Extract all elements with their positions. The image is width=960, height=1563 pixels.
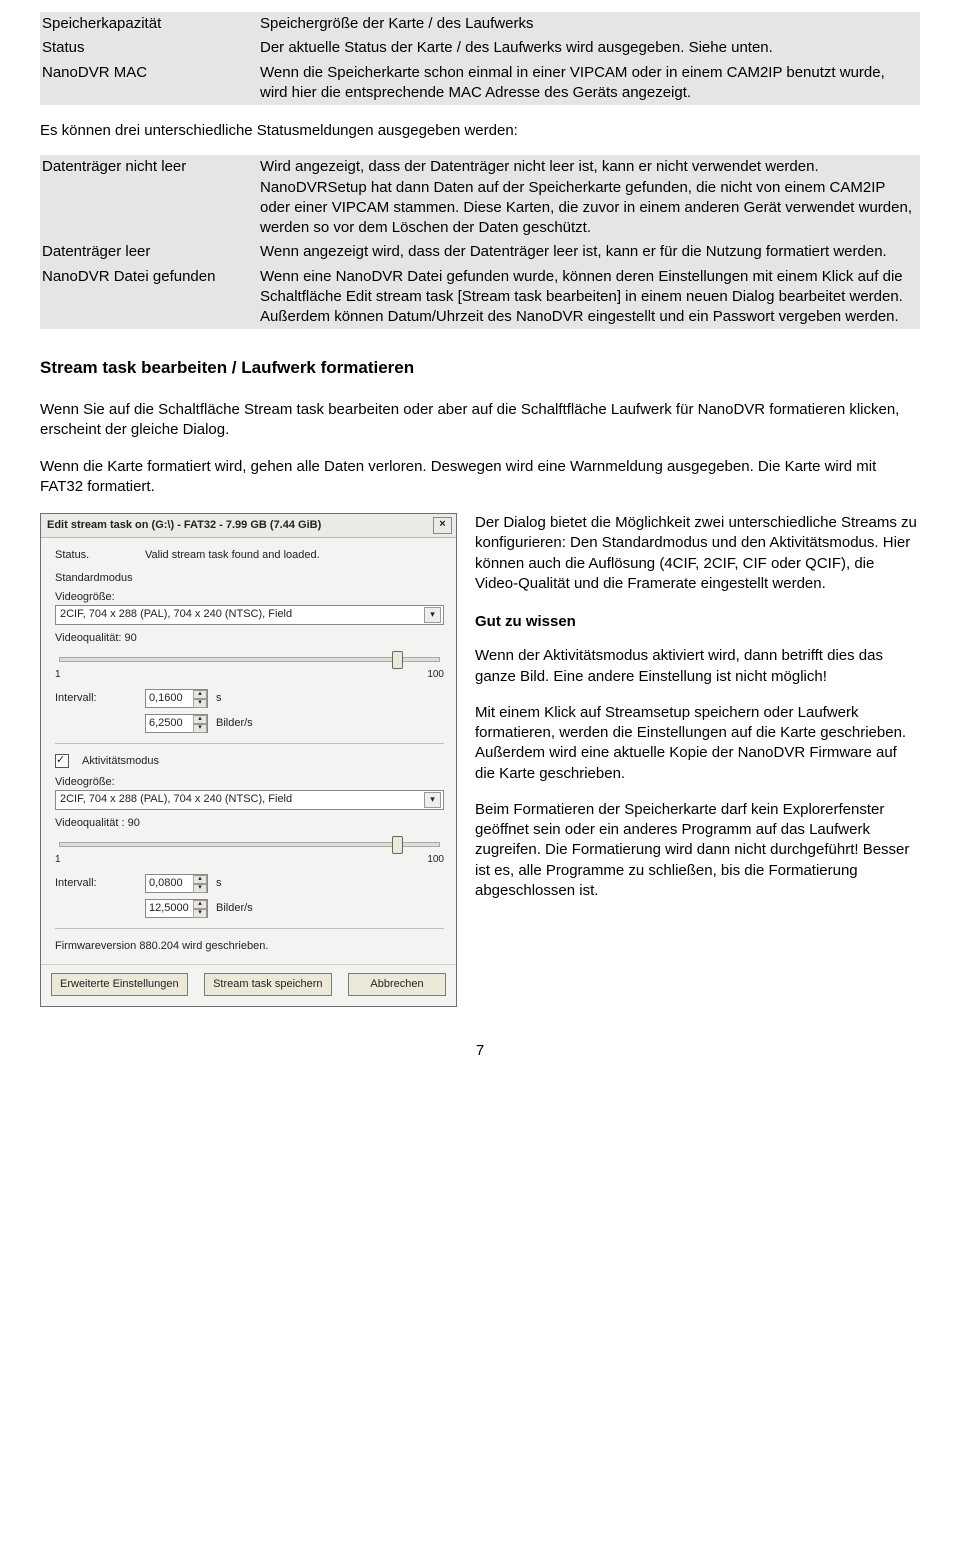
scale-max: 100 — [427, 668, 444, 682]
paragraph: Mit einem Klick auf Streamsetup speicher… — [475, 703, 920, 784]
spin-down-icon[interactable]: ▾ — [194, 724, 207, 733]
cell-val: Der aktuelle Status der Karte / des Lauf… — [258, 36, 920, 60]
standardmodus-label: Standardmodus — [55, 571, 444, 586]
advanced-settings-button[interactable]: Erweiterte Einstellungen — [51, 973, 188, 996]
cell-val: Wenn angezeigt wird, dass der Datenträge… — [258, 240, 920, 264]
spin-up-icon[interactable]: ▴ — [194, 875, 207, 884]
cell-key: NanoDVR Datei gefunden — [40, 265, 258, 330]
akt-videoqualitaet-label: Videoqualität : 90 — [55, 816, 444, 831]
dialog-titlebar: Edit stream task on (G:\) - FAT32 - 7.99… — [41, 514, 456, 538]
paragraph: Wenn die Karte formatiert wird, gehen al… — [40, 457, 920, 498]
intervall-label: Intervall: — [55, 691, 137, 706]
firmware-note: Firmwareversion 880.204 wird geschrieben… — [55, 939, 444, 954]
spin-up-icon[interactable]: ▴ — [194, 900, 207, 909]
scale-min: 1 — [55, 668, 61, 682]
status-value: Valid stream task found and loaded. — [145, 548, 320, 563]
intervall-sec-input[interactable]: 0,1600 ▴▾ — [145, 689, 208, 708]
intertext: Es können drei unterschiedliche Statusme… — [40, 121, 920, 141]
unit-label: s — [216, 876, 222, 891]
unit-label: s — [216, 691, 222, 706]
cell-key: Status — [40, 36, 258, 60]
cell-val: Wenn die Speicherkarte schon einmal in e… — [258, 61, 920, 106]
gut-zu-wissen-heading: Gut zu wissen — [475, 612, 920, 632]
chevron-down-icon[interactable]: ▾ — [424, 792, 441, 808]
intervall-label: Intervall: — [55, 876, 137, 891]
info-table-2: Datenträger nicht leer Wird angezeigt, d… — [40, 155, 920, 329]
akt-intervall-sec-input[interactable]: 0,0800 ▴▾ — [145, 874, 208, 893]
page-number: 7 — [40, 1041, 920, 1061]
paragraph: Der Dialog bietet die Möglichkeit zwei u… — [475, 513, 920, 594]
videogroesse-label: Videogröße: — [55, 590, 444, 605]
videoqualitaet-label: Videoqualität: 90 — [55, 631, 444, 646]
spin-down-icon[interactable]: ▾ — [194, 699, 207, 708]
dialog-title-text: Edit stream task on (G:\) - FAT32 - 7.99… — [47, 518, 321, 533]
spin-down-icon[interactable]: ▾ — [194, 909, 207, 918]
cell-key: Datenträger nicht leer — [40, 155, 258, 240]
akt-quality-slider[interactable] — [55, 833, 444, 855]
status-label: Status. — [55, 548, 137, 563]
videogroesse-label: Videogröße: — [55, 775, 444, 790]
cell-key: Speicherkapazität — [40, 12, 258, 36]
section-heading: Stream task bearbeiten / Laufwerk format… — [40, 357, 920, 380]
spin-down-icon[interactable]: ▾ — [194, 884, 207, 893]
unit-label: Bilder/s — [216, 716, 253, 731]
chevron-down-icon[interactable]: ▾ — [424, 607, 441, 623]
cell-val: Speichergröße der Karte / des Laufwerks — [258, 12, 920, 36]
cell-val: Wenn eine NanoDVR Datei gefunden wurde, … — [258, 265, 920, 330]
cell-key: NanoDVR MAC — [40, 61, 258, 106]
intervall-fps-input[interactable]: 6,2500 ▴▾ — [145, 714, 208, 733]
akt-intervall-fps-input[interactable]: 12,5000 ▴▾ — [145, 899, 208, 918]
paragraph: Wenn Sie auf die Schaltfläche Stream tas… — [40, 400, 920, 441]
aktivitaetsmodus-label: Aktivitätsmodus — [82, 754, 159, 769]
combo-value: 2CIF, 704 x 288 (PAL), 704 x 240 (NTSC),… — [60, 792, 292, 807]
quality-slider[interactable] — [55, 648, 444, 670]
cell-val: Wird angezeigt, dass der Datenträger nic… — [258, 155, 920, 240]
paragraph: Wenn der Aktivitätsmodus aktiviert wird,… — [475, 646, 920, 687]
scale-min: 1 — [55, 853, 61, 867]
paragraph: Beim Formatieren der Speicherkarte darf … — [475, 800, 920, 901]
save-streamtask-button[interactable]: Stream task speichern — [204, 973, 332, 996]
edit-stream-task-dialog: Edit stream task on (G:\) - FAT32 - 7.99… — [40, 513, 457, 1007]
akt-videogroesse-combobox[interactable]: 2CIF, 704 x 288 (PAL), 704 x 240 (NTSC),… — [55, 790, 444, 810]
close-icon[interactable]: × — [433, 517, 452, 534]
scale-max: 100 — [427, 853, 444, 867]
spin-up-icon[interactable]: ▴ — [194, 715, 207, 724]
info-table-1: Speicherkapazität Speichergröße der Kart… — [40, 12, 920, 105]
aktivitaetsmodus-checkbox[interactable] — [55, 754, 69, 768]
videogroesse-combobox[interactable]: 2CIF, 704 x 288 (PAL), 704 x 240 (NTSC),… — [55, 605, 444, 625]
spin-up-icon[interactable]: ▴ — [194, 690, 207, 699]
combo-value: 2CIF, 704 x 288 (PAL), 704 x 240 (NTSC),… — [60, 607, 292, 622]
cell-key: Datenträger leer — [40, 240, 258, 264]
unit-label: Bilder/s — [216, 901, 253, 916]
cancel-button[interactable]: Abbrechen — [348, 973, 446, 996]
